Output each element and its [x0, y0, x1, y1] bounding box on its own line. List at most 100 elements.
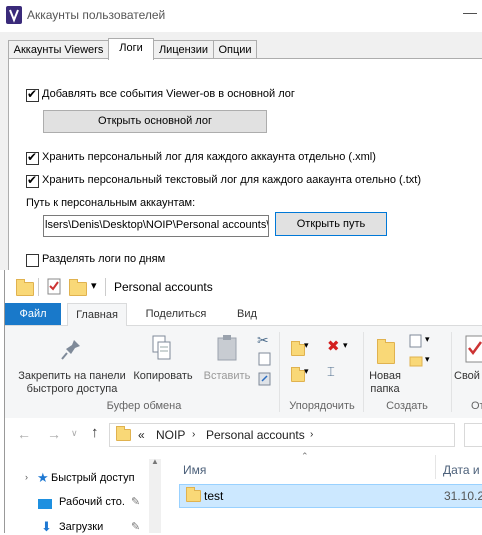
tab-file[interactable]: Файл: [5, 303, 61, 325]
ribbon-tabs: Файл Главная Поделиться Вид: [5, 303, 482, 326]
address-bar-row: ← → ∨ ↑ « NOIP › Personal accounts ›: [5, 418, 482, 455]
file-name: test: [204, 489, 224, 503]
rename-icon[interactable]: ⌶: [327, 364, 335, 380]
path-label: Путь к персональным аккаунтам:: [26, 197, 196, 209]
clipboard-group-label: Буфер обмена: [106, 400, 182, 412]
open-main-log-button[interactable]: Открыть основной лог: [43, 110, 267, 133]
crumb-separator-icon[interactable]: ›: [192, 429, 195, 440]
open-path-button[interactable]: Открыть путь: [275, 212, 387, 236]
nav-desktop[interactable]: Рабочий сто.: [59, 496, 125, 508]
pin-label-2[interactable]: быстрого доступа: [9, 383, 135, 396]
chevron-down-icon[interactable]: ▾: [343, 340, 348, 351]
tab-home[interactable]: Главная: [67, 303, 127, 326]
forward-arrow-icon[interactable]: →: [47, 426, 61, 442]
copy-icon[interactable]: [151, 334, 173, 362]
add-events-label: Добавлять все события Viewer-ов в основн…: [42, 88, 295, 100]
minimize-button[interactable]: —: [463, 4, 477, 20]
organize-group-label: Упорядочить: [289, 400, 355, 412]
check-icon: ✔: [27, 150, 38, 164]
properties-icon[interactable]: [465, 334, 482, 364]
chevron-down-icon[interactable]: ▾: [304, 366, 309, 377]
file-date: 31.10.20: [444, 489, 482, 503]
column-name[interactable]: Имя: [183, 463, 206, 477]
personal-txt-checkbox[interactable]: ✔: [26, 173, 39, 188]
logs-panel: ✔ Добавлять все события Viewer-ов в осно…: [8, 58, 482, 272]
tab-licenses[interactable]: Лицензии: [153, 40, 214, 59]
create-group-label: Создать: [386, 400, 428, 412]
delete-icon[interactable]: ✖: [327, 337, 340, 355]
up-arrow-icon[interactable]: ↑: [91, 424, 99, 441]
new-item-icon[interactable]: [409, 334, 423, 348]
divider: [38, 278, 39, 296]
add-events-checkbox[interactable]: ✔: [26, 87, 39, 102]
copy-label[interactable]: Копировать: [131, 370, 195, 383]
paste-shortcut-icon[interactable]: [258, 372, 272, 386]
divider: [451, 332, 452, 412]
new-folder-label-1[interactable]: Новая: [363, 370, 407, 383]
personal-xml-label: Хранить персональный лог для каждого акк…: [42, 151, 376, 163]
overflow-crumb[interactable]: «: [138, 428, 145, 442]
sort-arrow-icon: ⌃: [301, 451, 309, 461]
expand-chevron-icon[interactable]: ›: [25, 472, 28, 482]
user-accounts-dialog: Аккаунты пользователей — Аккаунты Viewer…: [0, 0, 482, 272]
crumb-noip[interactable]: NOIP: [156, 428, 185, 442]
check-icon: ✔: [27, 87, 38, 101]
properties-icon[interactable]: [47, 278, 62, 295]
folder-icon: [16, 279, 34, 296]
pin-icon: ✎: [131, 496, 141, 508]
app-logo-icon: [6, 6, 22, 24]
desktop-icon: [38, 499, 52, 509]
file-row-test[interactable]: test 31.10.20: [179, 484, 482, 508]
back-arrow-icon[interactable]: ←: [17, 426, 31, 442]
search-box[interactable]: [464, 423, 482, 447]
divider: [279, 332, 280, 412]
quick-access-toolbar: ▾ Personal accounts: [5, 270, 482, 303]
personal-xml-checkbox[interactable]: ✔: [26, 150, 39, 165]
tab-share[interactable]: Поделиться: [139, 303, 213, 325]
divider: [105, 278, 106, 296]
paste-icon[interactable]: [215, 334, 239, 362]
chevron-down-icon[interactable]: ▾: [304, 340, 309, 351]
tab-viewers[interactable]: Аккаунты Viewers: [8, 40, 109, 59]
chevron-down-icon[interactable]: ▾: [425, 334, 430, 345]
crumb-personal-accounts[interactable]: Personal accounts: [206, 428, 305, 442]
new-folder-icon[interactable]: [377, 339, 395, 364]
nav-downloads[interactable]: Загрузки: [59, 521, 103, 533]
new-folder-icon[interactable]: [69, 279, 87, 296]
properties-label[interactable]: Свой: [454, 370, 482, 383]
pin-label-1[interactable]: Закрепить на панели: [9, 370, 135, 383]
address-box[interactable]: « NOIP › Personal accounts ›: [109, 423, 455, 447]
nav-scrollbar[interactable]: [149, 459, 161, 533]
path-input[interactable]: lsers\Denis\Desktop\NOIP\Personal accoun…: [43, 215, 269, 237]
chevron-down-icon[interactable]: ▾: [425, 354, 430, 365]
copy-to-icon[interactable]: [291, 367, 305, 382]
check-icon: ✔: [27, 173, 38, 187]
new-folder-label-2[interactable]: папка: [363, 383, 407, 396]
tab-view[interactable]: Вид: [227, 303, 267, 325]
paste-label[interactable]: Вставить: [199, 370, 255, 383]
recent-chevron-icon[interactable]: ∨: [71, 428, 78, 439]
ribbon-home: Закрепить на панели быстрого доступа Коп…: [5, 326, 482, 419]
content-area: › ★ Быстрый доступ Рабочий сто. ✎ ⬇ Загр…: [5, 451, 482, 534]
split-days-label: Разделять логи по дням: [42, 253, 166, 265]
explorer-window: ▾ Personal accounts Файл Главная Поделит…: [4, 270, 482, 534]
column-date[interactable]: Дата и: [443, 463, 480, 477]
star-icon: ★: [37, 470, 49, 485]
customize-qat-icon[interactable]: ▾: [91, 279, 97, 292]
tab-options[interactable]: Опции: [213, 40, 257, 59]
nav-quick-access[interactable]: Быстрый доступ: [51, 472, 135, 484]
crumb-separator-icon[interactable]: ›: [310, 429, 313, 440]
pin-icon[interactable]: [60, 338, 82, 362]
split-days-checkbox[interactable]: [26, 254, 39, 267]
personal-txt-label: Хранить персональный текстовый лог для к…: [42, 174, 421, 186]
dialog-title-bar: Аккаунты пользователей —: [0, 0, 482, 32]
easy-access-icon[interactable]: [409, 354, 423, 368]
divider: [435, 455, 436, 479]
pin-icon: ✎: [131, 521, 141, 533]
scroll-up-icon[interactable]: ▲: [151, 457, 159, 466]
cut-icon[interactable]: ✂: [257, 332, 269, 349]
move-to-icon[interactable]: [291, 341, 305, 356]
copy-path-icon[interactable]: [258, 352, 272, 366]
folder-icon: [186, 487, 201, 502]
tab-logs[interactable]: Логи: [108, 38, 154, 60]
